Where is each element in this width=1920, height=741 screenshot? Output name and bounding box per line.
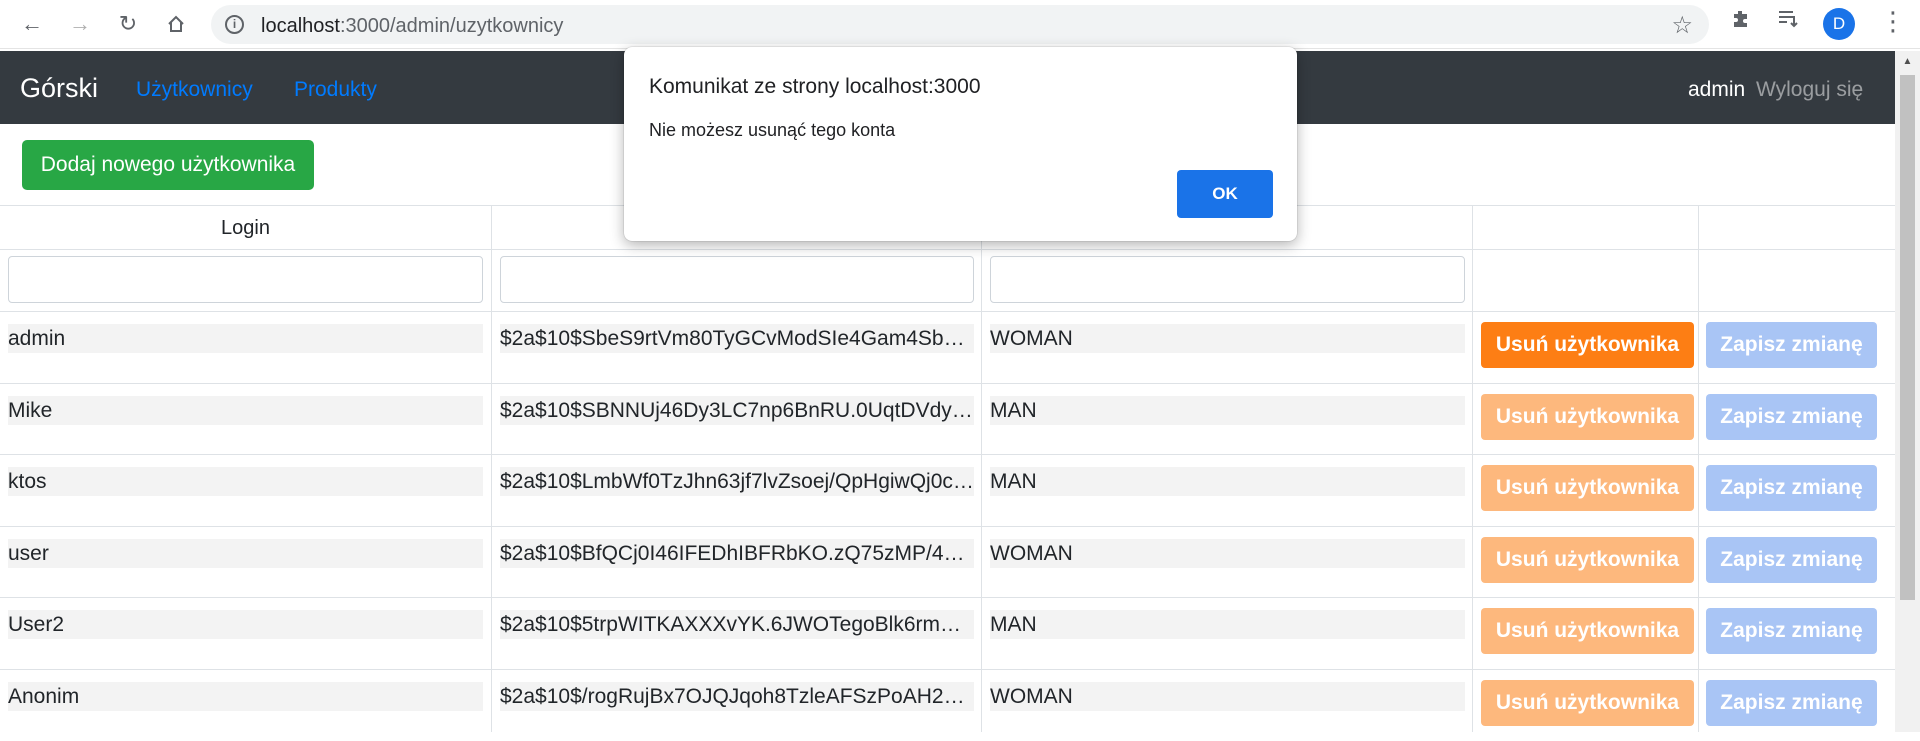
info-icon[interactable]: i xyxy=(225,15,244,34)
delete-user-button[interactable]: Usuń użytkownika xyxy=(1481,608,1694,654)
delete-user-button[interactable]: Usuń użytkownika xyxy=(1481,322,1694,368)
login-cell[interactable]: ktos xyxy=(8,467,483,496)
extensions-icon[interactable] xyxy=(1730,8,1752,36)
filter-login-input[interactable] xyxy=(8,256,483,303)
filter-password-input[interactable] xyxy=(500,256,974,303)
scroll-up-arrow-icon[interactable]: ▲ xyxy=(1895,51,1920,73)
gender-cell[interactable]: MAN xyxy=(990,467,1465,496)
ok-button[interactable]: OK xyxy=(1177,170,1273,218)
login-cell[interactable]: user xyxy=(8,539,483,568)
password-cell[interactable]: $2a$10$LmbWf0TzJhn63jf7lvZsoej/QpHgiwQj0… xyxy=(500,467,974,496)
table-row: admin $2a$10$SbeS9rtVm80TyGCvModSIe4Gam4S… xyxy=(0,311,1895,383)
password-cell[interactable]: $2a$10$SBNNUj46Dy3LC7np6BnRU.0UqtDVdyRX.… xyxy=(500,396,974,425)
page-scrollbar[interactable]: ▲ xyxy=(1895,51,1920,732)
save-change-button[interactable]: Zapisz zmianę xyxy=(1706,680,1877,726)
address-bar[interactable]: i localhost:3000/admin/uzytkownicy ☆ xyxy=(211,5,1709,44)
reading-list-icon[interactable] xyxy=(1777,8,1801,36)
table-row: User2 $2a$10$5trpWITKAXXXvYK.6JWOTegoBlk6… xyxy=(0,597,1895,669)
gender-cell[interactable]: MAN xyxy=(990,396,1465,425)
login-cell[interactable]: Mike xyxy=(8,396,483,425)
login-cell[interactable]: Anonim xyxy=(8,682,483,711)
url-text: localhost:3000/admin/uzytkownicy xyxy=(261,15,564,37)
scroll-thumb[interactable] xyxy=(1900,75,1915,600)
star-icon[interactable]: ☆ xyxy=(1671,11,1693,40)
gender-cell[interactable]: WOMAN xyxy=(990,539,1465,568)
filter-gender-input[interactable] xyxy=(990,256,1465,303)
delete-user-button[interactable]: Usuń użytkownika xyxy=(1481,680,1694,726)
login-cell[interactable]: admin xyxy=(8,324,483,353)
gender-cell[interactable]: MAN xyxy=(990,610,1465,639)
password-cell[interactable]: $2a$10$BfQCj0I46IFEDhIBFRbKO.zQ75zMP/4LW… xyxy=(500,539,974,568)
dialog-message: Nie możesz usunąć tego konta xyxy=(649,120,896,140)
table-row: ktos $2a$10$LmbWf0TzJhn63jf7lvZsoej/QpHgi… xyxy=(0,454,1895,526)
profile-avatar[interactable]: D xyxy=(1823,8,1855,40)
delete-user-button[interactable]: Usuń użytkownika xyxy=(1481,537,1694,583)
gender-cell[interactable]: WOMAN xyxy=(990,682,1465,711)
reload-icon[interactable]: ↻ xyxy=(112,8,144,40)
home-icon[interactable] xyxy=(160,8,192,40)
add-user-button[interactable]: Dodaj nowego użytkownika xyxy=(22,140,314,190)
table-row: user $2a$10$BfQCj0I46IFEDhIBFRbKO.zQ75zMP… xyxy=(0,526,1895,598)
save-change-button[interactable]: Zapisz zmianę xyxy=(1706,608,1877,654)
alert-dialog: Komunikat ze strony localhost:3000 Nie m… xyxy=(624,47,1297,241)
forward-icon[interactable]: → xyxy=(64,8,96,40)
brand[interactable]: Górski xyxy=(20,73,98,104)
password-cell[interactable]: $2a$10$/rogRujBx7OJQJqoh8TzleAFSzPoAH2Jr… xyxy=(500,682,974,711)
browser-toolbar: ← → ↻ i localhost:3000/admin/uzytkownicy… xyxy=(0,0,1920,49)
gender-cell[interactable]: WOMAN xyxy=(990,324,1465,353)
save-change-button[interactable]: Zapisz zmianę xyxy=(1706,322,1877,368)
save-change-button[interactable]: Zapisz zmianę xyxy=(1706,537,1877,583)
menu-icon[interactable]: ⋮ xyxy=(1880,6,1906,37)
nav-link-products[interactable]: Produkty xyxy=(294,78,377,102)
password-cell[interactable]: $2a$10$5trpWITKAXXXvYK.6JWOTegoBlk6rmPri… xyxy=(500,610,974,639)
table-row: Anonim $2a$10$/rogRujBx7OJQJqoh8TzleAFSzP… xyxy=(0,669,1895,741)
column-header-login[interactable]: Login xyxy=(0,217,491,240)
delete-user-button[interactable]: Usuń użytkownika xyxy=(1481,465,1694,511)
current-user: admin xyxy=(1688,78,1746,101)
save-change-button[interactable]: Zapisz zmianę xyxy=(1706,465,1877,511)
delete-user-button[interactable]: Usuń użytkownika xyxy=(1481,394,1694,440)
dialog-title: Komunikat ze strony localhost:3000 xyxy=(649,75,981,98)
table-row: Mike $2a$10$SBNNUj46Dy3LC7np6BnRU.0UqtDVd… xyxy=(0,383,1895,455)
password-cell[interactable]: $2a$10$SbeS9rtVm80TyGCvModSIe4Gam4SbJzR.… xyxy=(500,324,974,353)
back-icon[interactable]: ← xyxy=(16,8,48,40)
save-change-button[interactable]: Zapisz zmianę xyxy=(1706,394,1877,440)
nav-link-users[interactable]: Użytkownicy xyxy=(136,78,253,102)
login-cell[interactable]: User2 xyxy=(8,610,483,639)
logout-link[interactable]: Wyloguj się xyxy=(1756,78,1863,102)
